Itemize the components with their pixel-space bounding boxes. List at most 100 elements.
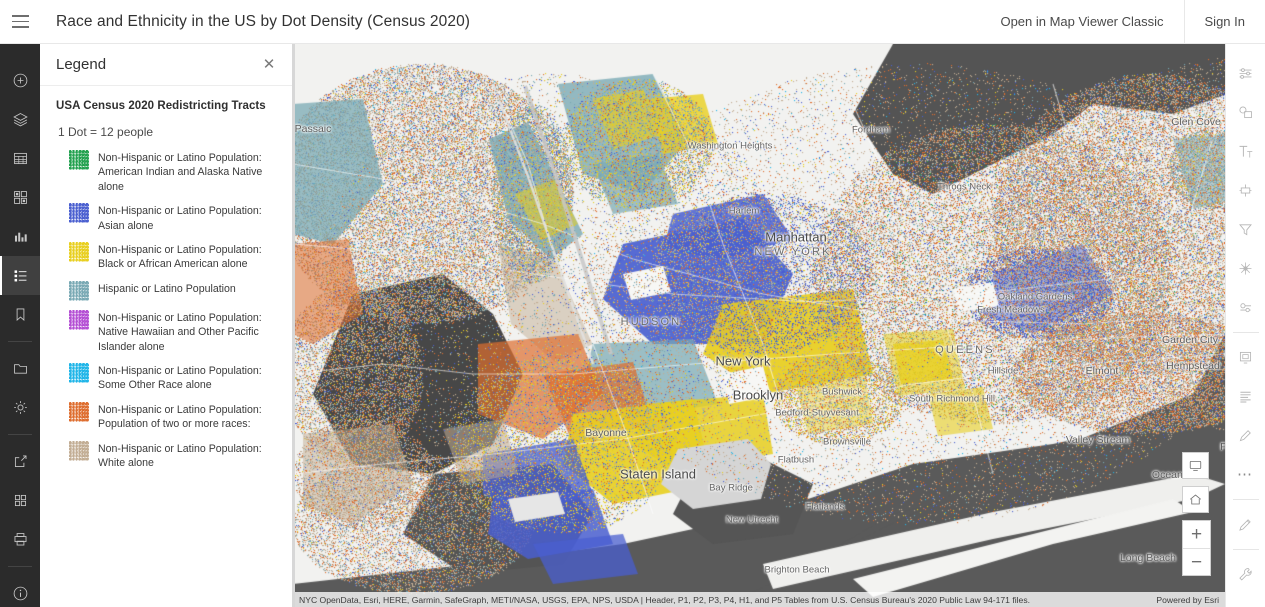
sidebar-item-apps[interactable] — [0, 481, 40, 520]
wrench-icon — [1239, 568, 1252, 581]
legend-item: Non-Hispanic or Latino Population: Asian… — [56, 203, 278, 233]
effects-icon — [1239, 184, 1252, 197]
legend-item-label: Non-Hispanic or Latino Population: Nativ… — [98, 311, 262, 353]
right-item-collapse-rail[interactable] — [1226, 594, 1265, 607]
sidebar-item-save[interactable] — [0, 349, 40, 388]
map-viewer-app: Race and Ethnicity in the US by Dot Dens… — [0, 0, 1265, 607]
legend-header: Legend ✕ — [40, 44, 292, 86]
printer-icon — [14, 533, 26, 546]
legend-list-icon — [14, 270, 26, 282]
home-icon — [1189, 494, 1202, 505]
popup-window-icon — [1239, 351, 1252, 364]
legend-item: Non-Hispanic or Latino Population: Nativ… — [56, 309, 278, 354]
right-item-styles[interactable] — [1226, 93, 1265, 132]
filter-funnel-icon — [1239, 224, 1252, 236]
right-item-tools[interactable] — [1226, 555, 1265, 594]
legend-layer-title: USA Census 2020 Redistricting Tracts — [56, 100, 266, 112]
rail-separator-1 — [8, 341, 32, 342]
info-circle-icon — [13, 586, 27, 601]
legend-item-label: Non-Hispanic or Latino Population: Ameri… — [98, 152, 263, 193]
minus-icon: − — [1190, 551, 1203, 573]
app-grid-icon — [14, 494, 26, 507]
legend-item: Non-Hispanic or Latino Population: Popul… — [56, 401, 278, 432]
sparkle-icon — [1239, 262, 1252, 275]
close-icon[interactable]: ✕ — [260, 56, 278, 74]
right-item-more-options[interactable]: ⋯ — [1226, 455, 1265, 494]
sidebar-item-tables[interactable] — [0, 139, 40, 178]
sidebar-item-share[interactable] — [0, 442, 40, 481]
right-item-edit[interactable] — [1226, 505, 1265, 544]
legend-swatch-icon — [69, 440, 89, 461]
right-item-blend[interactable] — [1226, 249, 1265, 288]
right-item-effects[interactable] — [1226, 171, 1265, 210]
sidebar-item-basemap[interactable] — [0, 178, 40, 217]
right-item-properties[interactable] — [1226, 54, 1265, 93]
right-item-sketch[interactable] — [1226, 416, 1265, 455]
legend-swatch-icon — [69, 401, 89, 422]
sidebar-item-bookmarks[interactable] — [0, 295, 40, 334]
default-view-button[interactable] — [1182, 452, 1209, 479]
legend-item-label: Non-Hispanic or Latino Population: Asian… — [98, 205, 262, 232]
legend-item: Non-Hispanic or Latino Population: Ameri… — [56, 150, 278, 194]
legend-item-label: Non-Hispanic or Latino Population: Popul… — [98, 403, 262, 431]
right-item-configure-popup[interactable] — [1226, 288, 1265, 327]
plus-icon: + — [1190, 524, 1203, 545]
map-dot-density-canvas[interactable] — [293, 44, 1225, 607]
sidebar-item-map-settings[interactable] — [0, 388, 40, 427]
sidebar-item-add-content[interactable] — [0, 61, 40, 100]
share-export-icon — [14, 455, 26, 468]
legend-swatch-icon — [69, 280, 89, 301]
zoom-in-button[interactable]: + — [1183, 521, 1210, 548]
legend-item: Non-Hispanic or Latino Population: Black… — [56, 242, 278, 272]
page-title: Race and Ethnicity in the US by Dot Dens… — [56, 12, 471, 30]
legend-item-label: Non-Hispanic or Latino Population: Black… — [98, 244, 262, 271]
label-text-icon — [1239, 145, 1253, 158]
style-shapes-icon — [1239, 106, 1252, 119]
right-item-filter[interactable] — [1226, 210, 1265, 249]
folder-icon — [13, 364, 27, 374]
legend-panel: Legend ✕ USA Census 2020 Redistricting T… — [40, 44, 293, 607]
sidebar-item-layers[interactable] — [0, 100, 40, 139]
screen-icon — [1189, 460, 1202, 471]
right-item-fields[interactable] — [1226, 377, 1265, 416]
map-widget-group: + − — [1182, 452, 1211, 576]
rrail-separator-3 — [1232, 549, 1259, 550]
legend-item: Hispanic or Latino Population — [56, 280, 278, 301]
legend-body: USA Census 2020 Redistricting Tracts 1 D… — [40, 86, 292, 607]
sidebar-item-charts[interactable] — [0, 217, 40, 256]
zoom-out-button[interactable]: − — [1183, 548, 1210, 575]
legend-item-list: Non-Hispanic or Latino Population: Ameri… — [56, 150, 278, 480]
rrail-separator-1 — [1232, 332, 1259, 333]
legend-panel-edge — [292, 44, 295, 607]
legend-swatch-icon — [69, 203, 89, 224]
basemap-grid-icon — [13, 191, 27, 204]
legend-swatch-icon — [69, 363, 89, 384]
rrail-separator-2 — [1232, 499, 1259, 500]
gear-icon — [13, 401, 27, 414]
sidebar-item-about[interactable] — [0, 574, 40, 607]
home-button[interactable] — [1182, 486, 1209, 513]
right-item-labels[interactable] — [1226, 132, 1265, 171]
sidebar-item-print[interactable] — [0, 520, 40, 559]
powered-by-esri: Powered by Esri — [1156, 594, 1219, 605]
map-container[interactable]: Passaic Washington Heights Fordham Throgs N… — [293, 44, 1225, 607]
plus-circle-icon — [13, 73, 27, 88]
sign-in-button[interactable]: Sign In — [1185, 0, 1265, 44]
right-tool-rail: ⋯ — [1225, 44, 1265, 607]
right-item-popup[interactable] — [1226, 338, 1265, 377]
layers-icon — [12, 113, 28, 127]
legend-item: Non-Hispanic or Latino Population: Some … — [56, 363, 278, 393]
bar-chart-icon — [14, 232, 27, 242]
bookmark-icon — [16, 308, 24, 321]
open-in-map-viewer-classic-button[interactable]: Open in Map Viewer Classic — [980, 0, 1183, 44]
legend-swatch-icon — [69, 150, 89, 170]
rail-separator-2 — [8, 434, 32, 435]
legend-item-label: Non-Hispanic or Latino Population: White… — [98, 442, 262, 470]
hamburger-menu-icon[interactable] — [0, 0, 40, 44]
sidebar-item-legend[interactable] — [0, 256, 40, 295]
left-tool-rail — [0, 44, 40, 607]
attribution-text: NYC OpenData, Esri, HERE, Garmin, SafeGr… — [299, 594, 1031, 605]
map-attribution-bar: NYC OpenData, Esri, HERE, Garmin, SafeGr… — [293, 592, 1225, 607]
more-ellipsis-icon: ⋯ — [1237, 466, 1254, 483]
fields-list-icon — [1240, 391, 1251, 403]
